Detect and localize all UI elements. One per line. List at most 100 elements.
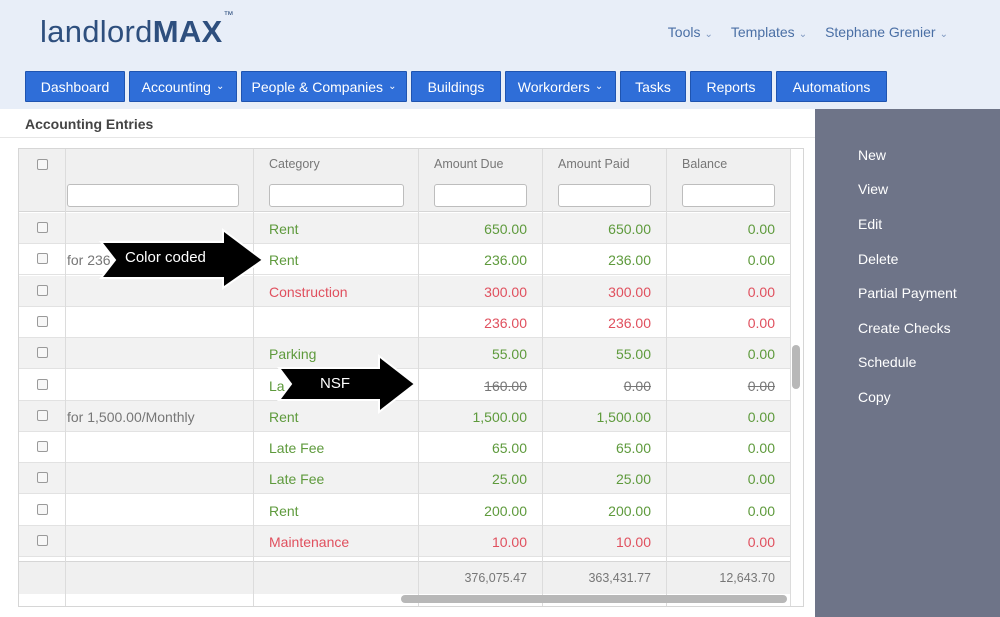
action-copy[interactable]: Copy [858, 389, 891, 405]
category-cell: Maintenance [269, 534, 350, 550]
balance-cell: 0.00 [747, 252, 775, 269]
grid-totals-row: 376,075.47 363,431.77 12,643.70 [19, 561, 790, 594]
column-header-balance[interactable]: Balance [682, 157, 727, 171]
balance-cell: 0.00 [747, 314, 775, 331]
balance-filter-input[interactable] [682, 184, 775, 207]
description-filter-input[interactable] [67, 184, 239, 207]
balance-cell: 0.00 [747, 534, 775, 550]
app-header: landlordMAX™ Tools ⌄ Templates ⌄ Stephane … [0, 0, 1000, 64]
column-divider [253, 149, 254, 606]
grid-header: Category Amount Due Amount Paid Balance [19, 149, 790, 212]
action-delete[interactable]: Delete [858, 251, 898, 267]
row-checkbox[interactable] [37, 378, 48, 390]
row-checkbox[interactable] [37, 222, 48, 233]
row-checkbox[interactable] [37, 441, 48, 453]
table-row[interactable]: Late Fee 25.00 25.00 0.00 [19, 463, 790, 495]
amount-paid-cell: 236.00 [608, 314, 651, 331]
column-divider [790, 149, 791, 606]
amount-paid-cell: 300.00 [608, 283, 651, 300]
row-checkbox[interactable] [37, 535, 48, 546]
nav-accounting[interactable]: Accounting ⌄ [129, 71, 237, 102]
row-checkbox[interactable] [37, 284, 48, 296]
column-divider [666, 149, 667, 606]
nsf-callout: NSF [320, 375, 350, 392]
amount-paid-filter-input[interactable] [558, 184, 651, 207]
title-divider [0, 137, 815, 138]
column-header-category[interactable]: Category [269, 157, 320, 171]
nav-dashboard[interactable]: Dashboard [25, 71, 125, 102]
row-checkbox[interactable] [37, 409, 48, 421]
action-view[interactable]: View [858, 181, 888, 197]
amount-due-cell: 55.00 [491, 346, 527, 363]
balance-cell: 0.00 [747, 283, 775, 300]
row-checkbox[interactable] [37, 315, 48, 327]
row-checkbox[interactable] [37, 253, 48, 265]
balance-cell: 0.00 [747, 377, 775, 394]
total-amount-due: 376,075.47 [464, 571, 527, 585]
category-cell: Late Fee [269, 471, 325, 488]
category-cell: Construction [269, 283, 348, 300]
column-header-amount-paid[interactable]: Amount Paid [558, 157, 630, 171]
amount-due-cell: 300.00 [484, 283, 527, 300]
balance-cell: 0.00 [747, 221, 775, 237]
nav-people-companies[interactable]: People & Companies ⌄ [241, 71, 407, 102]
amount-due-cell: 236.00 [484, 252, 527, 269]
top-menu: Tools ⌄ Templates ⌄ Stephane Grenier ⌄ [668, 24, 948, 40]
select-all-checkbox[interactable] [37, 159, 48, 170]
row-checkbox[interactable] [37, 503, 48, 515]
action-schedule[interactable]: Schedule [858, 354, 916, 370]
actions-panel: New View Edit Delete Partial Payment Cre… [815, 109, 1000, 617]
amount-paid-cell: 200.00 [608, 502, 651, 519]
top-menu-tools[interactable]: Tools ⌄ [668, 24, 713, 40]
action-edit[interactable]: Edit [858, 216, 882, 232]
vertical-scrollbar[interactable] [792, 345, 800, 389]
amount-paid-cell: 10.00 [615, 534, 651, 550]
main-nav: Dashboard Accounting ⌄ People & Companies… [0, 64, 1000, 109]
nav-workorders[interactable]: Workorders ⌄ [505, 71, 616, 102]
nav-buildings[interactable]: Buildings [411, 71, 501, 102]
balance-cell: 0.00 [747, 471, 775, 488]
amount-due-cell: 10.00 [491, 534, 527, 550]
action-partial-payment[interactable]: Partial Payment [858, 285, 957, 301]
category-filter-input[interactable] [269, 184, 404, 207]
amount-paid-cell: 650.00 [608, 221, 651, 237]
table-row[interactable]: Late Fee 65.00 65.00 0.00 [19, 432, 790, 464]
chevron-down-icon: ⌄ [594, 81, 604, 92]
category-cell: Rent [269, 221, 299, 237]
landlordmax-logo[interactable]: landlordMAX™ [40, 10, 234, 50]
column-divider [65, 149, 66, 606]
total-amount-paid: 363,431.77 [588, 571, 651, 585]
balance-cell: 0.00 [747, 346, 775, 363]
nav-tasks[interactable]: Tasks [620, 71, 686, 102]
nav-automations[interactable]: Automations [776, 71, 887, 102]
top-menu-user[interactable]: Stephane Grenier ⌄ [825, 24, 948, 40]
amount-paid-cell: 55.00 [615, 346, 651, 363]
horizontal-scrollbar[interactable] [401, 595, 787, 603]
row-checkbox[interactable] [37, 347, 48, 359]
action-create-checks[interactable]: Create Checks [858, 320, 951, 336]
color-coded-callout: Color coded [125, 249, 206, 266]
table-row[interactable]: 236.00 236.00 0.00 [19, 306, 790, 338]
chevron-down-icon: ⌄ [798, 29, 808, 40]
total-balance: 12,643.70 [719, 571, 775, 585]
column-header-amount-due[interactable]: Amount Due [434, 157, 503, 171]
chevron-down-icon: ⌄ [215, 81, 225, 92]
amount-paid-cell: 65.00 [615, 440, 651, 457]
table-row[interactable]: Maintenance 10.00 10.00 0.00 [19, 526, 790, 557]
amount-paid-cell: 25.00 [615, 471, 651, 488]
top-menu-templates[interactable]: Templates ⌄ [731, 24, 807, 40]
action-new[interactable]: New [858, 147, 886, 163]
nav-reports[interactable]: Reports [690, 71, 772, 102]
amount-due-cell: 65.00 [491, 440, 527, 457]
amount-paid-cell: 1,500.00 [596, 408, 652, 425]
amount-due-filter-input[interactable] [434, 184, 527, 207]
row-checkbox[interactable] [37, 472, 48, 484]
category-cell: Late Fee [269, 440, 325, 457]
amount-due-cell: 650.00 [484, 221, 527, 237]
amount-due-cell: 160.00 [484, 377, 527, 394]
table-row[interactable]: Rent 200.00 200.00 0.00 [19, 494, 790, 526]
category-cell: Rent [269, 252, 299, 269]
chevron-down-icon: ⌄ [388, 81, 397, 92]
chevron-down-icon: ⌄ [704, 29, 713, 40]
chevron-down-icon: ⌄ [939, 29, 948, 40]
